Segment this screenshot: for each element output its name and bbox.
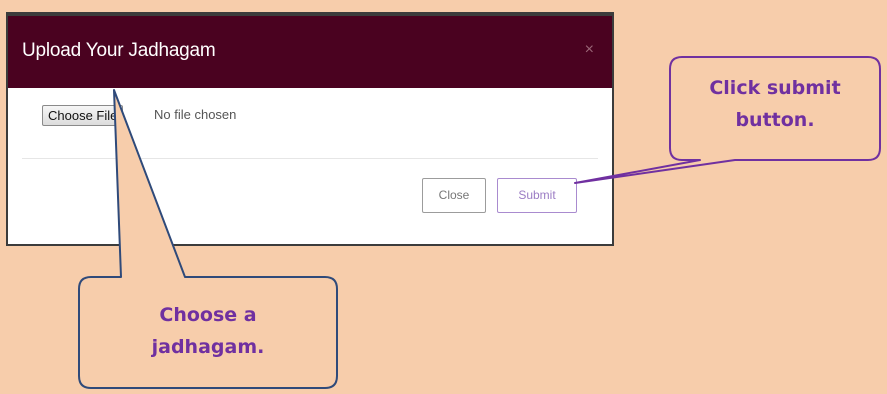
choose-callout-line1: Choose a [159,304,257,326]
choose-callout-text: Choose a jadhagam. [79,299,337,363]
submit-callout-text: Click submit button. [670,72,880,136]
choose-callout-line2: jadhagam. [151,336,265,358]
submit-callout-line1: Click submit [709,77,841,99]
submit-callout-line2: button. [735,109,815,131]
